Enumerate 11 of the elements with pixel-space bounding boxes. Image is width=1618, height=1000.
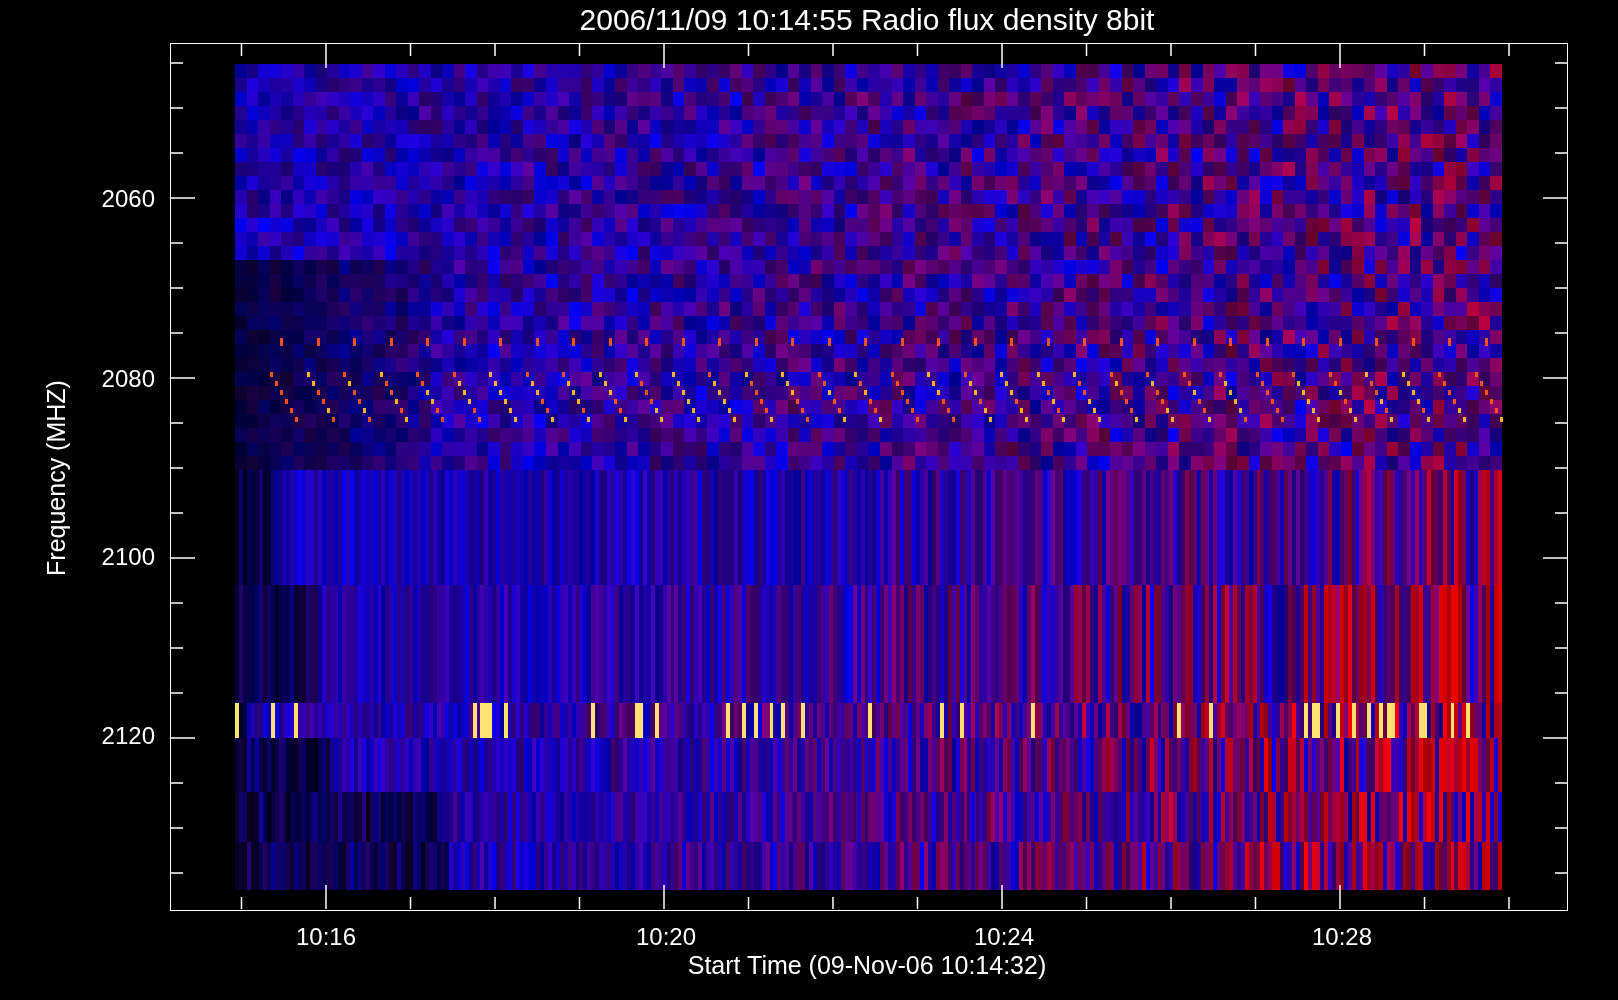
axis-label: Frequency (MHZ) [42,380,70,576]
axis-label: Start Time (09-Nov-06 10:14:32) [687,951,1047,979]
tick-label: 2100 [101,543,155,570]
tick-label: 10:16 [295,923,357,950]
tick-label: 10:24 [973,923,1035,950]
chart-title: 2006/11/09 10:14:55 Radio flux density 8bit [579,3,1155,36]
tick-label: 10:28 [1311,923,1373,950]
tick-label: 10:20 [635,923,697,950]
tick-label: 2080 [101,365,155,392]
tick-label: 2120 [101,722,155,749]
tick-label: 2060 [101,185,155,212]
